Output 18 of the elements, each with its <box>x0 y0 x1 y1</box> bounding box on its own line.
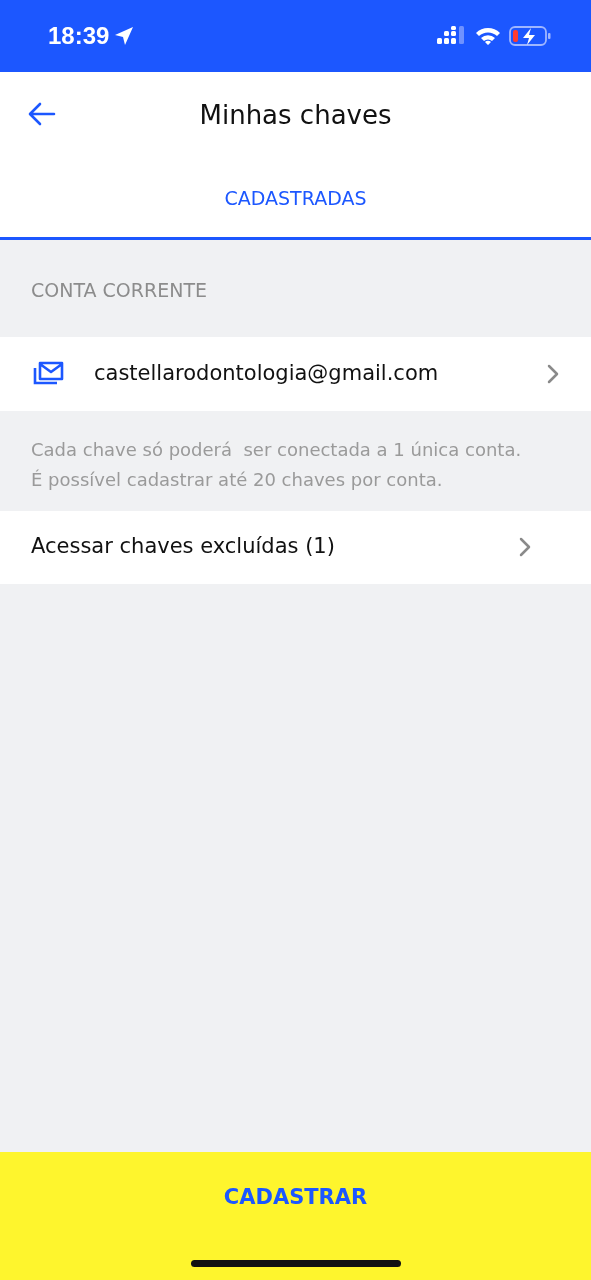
deleted-keys-link[interactable]: Acessar chaves excluídas (1) <box>0 510 591 584</box>
back-button[interactable] <box>28 102 56 126</box>
section-label: CONTA CORRENTE <box>30 278 209 303</box>
key-value: castellarodontologia@gmail.com <box>94 359 440 387</box>
battery-icon <box>509 25 551 47</box>
key-row[interactable]: castellarodontologia@gmail.com <box>0 336 591 411</box>
tab[interactable]: CADASTRADAS <box>0 160 591 240</box>
mail-icon <box>32 360 64 387</box>
link-label: Acessar chaves excluídas (1) <box>31 533 336 561</box>
status-time: 18:39 <box>48 21 110 51</box>
chevron-icon <box>547 363 559 384</box>
info-text: Cada chave só poderá ser conectada a 1 única conta. É possível cadastrar até 20 chaves por conta. <box>30 437 523 492</box>
chevron-icon <box>519 537 531 557</box>
signal-icon <box>437 26 467 46</box>
wifi-icon <box>475 26 501 46</box>
page-title: Minhas chaves <box>199 100 392 132</box>
location-icon <box>113 25 136 47</box>
register-button[interactable]: CADASTRAR <box>203 1178 388 1218</box>
